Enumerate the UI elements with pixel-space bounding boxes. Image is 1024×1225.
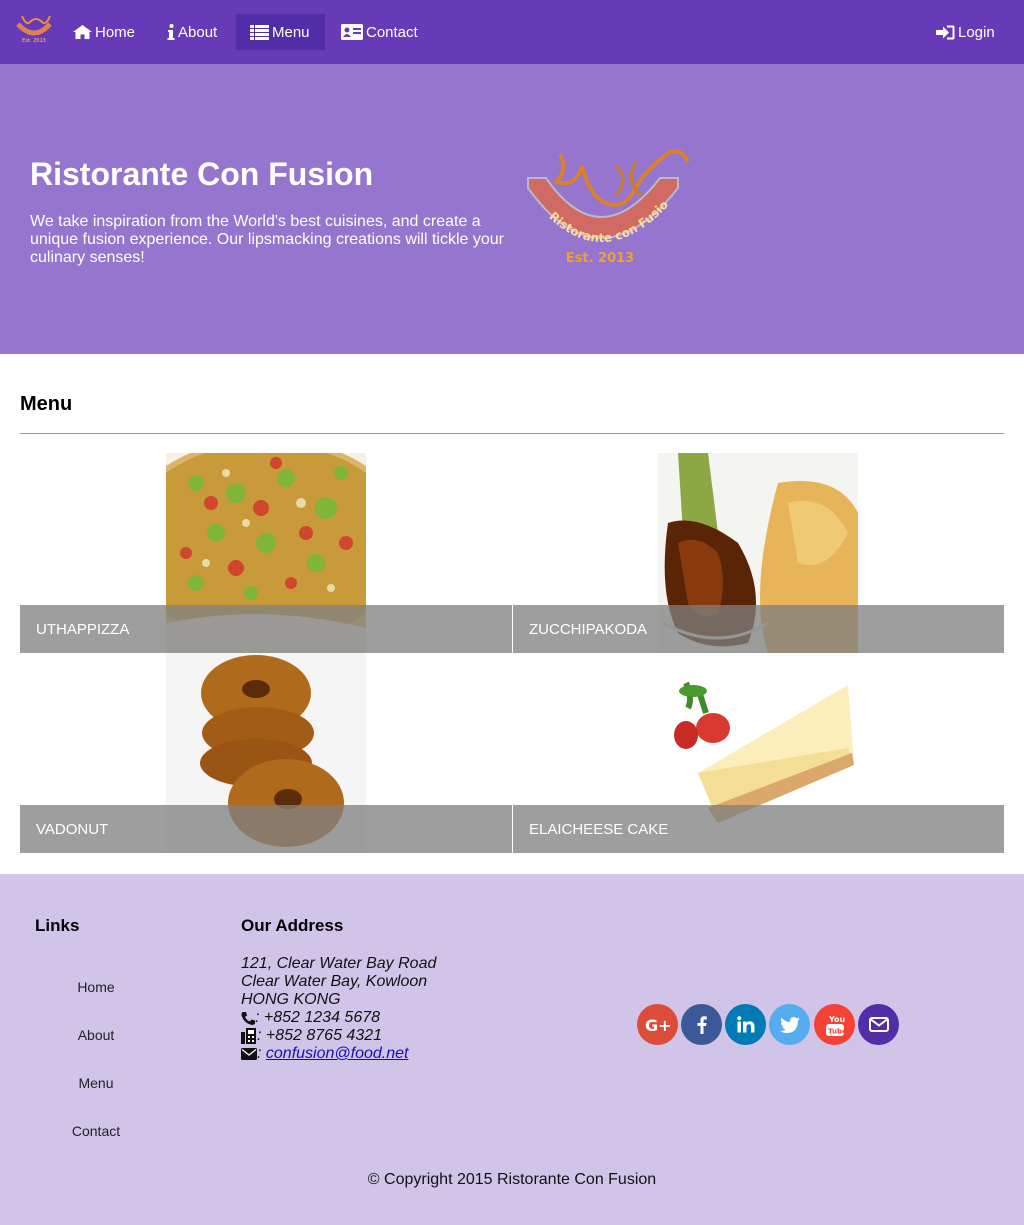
menu-divider — [20, 433, 1004, 434]
jumbotron-text: We take inspiration from the World's bes… — [30, 213, 504, 266]
home-icon — [73, 25, 92, 39]
tile-caption-bar: Vadonut — [20, 805, 512, 853]
footer-link-menu[interactable]: Menu — [36, 1075, 156, 1091]
login-label: Login — [958, 23, 995, 41]
mail-icon — [868, 1017, 889, 1032]
tile-title: Vadonut — [36, 820, 109, 838]
menu-tile-elaicheese-cake[interactable]: ElaiCheese Cake — [512, 653, 1004, 853]
facebook-icon — [697, 1015, 707, 1034]
footer-links-title: Links — [35, 916, 80, 935]
nav-contact[interactable]: Contact — [331, 14, 428, 50]
nav-menu[interactable]: Menu — [236, 14, 325, 50]
nav-home[interactable]: Home — [63, 14, 145, 50]
phone-sep: : — [255, 1009, 264, 1026]
jumbotron-title: Ristorante Con Fusion — [30, 156, 374, 192]
tile-caption-bar: ElaiCheese Cake — [512, 805, 1004, 853]
linkedin-button[interactable] — [725, 1004, 766, 1045]
jumbotron: Ristorante Con Fusion We take inspiratio… — [0, 64, 1024, 354]
mail-button[interactable] — [858, 1004, 899, 1045]
email-sep: : — [257, 1045, 266, 1062]
youtube-button[interactable]: You Tube — [814, 1004, 855, 1045]
youtube-icon: You Tube — [825, 1015, 845, 1036]
menu-tile-uthappizza[interactable]: Uthappizza — [20, 453, 512, 653]
tile-title: ElaiCheese Cake — [529, 820, 669, 838]
fax-row: : +852 8765 4321 — [241, 1027, 436, 1045]
nav-contact-label: Contact — [366, 23, 418, 41]
menu-heading: Menu — [20, 393, 73, 415]
restaurant-logo: Ristorante con Fusion Est. 2013 — [520, 148, 690, 266]
address-line: HONG KONG — [241, 991, 341, 1008]
address-line: Clear Water Bay, Kowloon — [241, 973, 428, 990]
nav-home-label: Home — [95, 23, 136, 41]
svg-text:G+: G+ — [645, 1017, 671, 1033]
footer-link-about[interactable]: About — [36, 1027, 156, 1043]
nav-menu-label: Menu — [272, 23, 310, 41]
google-plus-button[interactable]: G+ — [637, 1004, 678, 1045]
menu-tile-vadonut[interactable]: Vadonut — [20, 653, 512, 853]
svg-text:Tube: Tube — [828, 1027, 845, 1035]
list-icon — [250, 24, 269, 40]
footer: Links Home About Menu Contact Our Addres… — [0, 874, 1024, 1225]
sign-in-icon — [936, 25, 955, 39]
footer-address: 121, Clear Water Bay Road Clear Water Ba… — [241, 955, 436, 1063]
login-button[interactable]: Login — [926, 14, 1005, 50]
footer-link-contact[interactable]: Contact — [36, 1123, 156, 1139]
tile-title: Zucchipakoda — [529, 620, 648, 638]
phone-number: +852 1234 5678 — [263, 1009, 381, 1026]
brand-logo[interactable]: Est. 2013 — [14, 12, 54, 44]
footer-address-title: Our Address — [241, 916, 344, 935]
fax-number: +852 8765 4321 — [265, 1027, 383, 1044]
email-row: : confusion@food.net — [241, 1045, 436, 1063]
svg-text:Est. 2013: Est. 2013 — [22, 38, 46, 44]
logo-est-text: Est. 2013 — [566, 251, 634, 266]
menu-tile-zucchipakoda[interactable]: Zucchipakoda — [512, 453, 1004, 653]
nav-about[interactable]: About — [157, 14, 227, 50]
navbar: Est. 2013 Home About Menu Contact Login — [0, 0, 1024, 64]
tile-caption-bar: Zucchipakoda — [512, 605, 1004, 653]
twitter-icon — [779, 1016, 800, 1033]
info-icon — [167, 24, 175, 40]
twitter-button[interactable] — [769, 1004, 810, 1045]
address-card-icon — [341, 24, 363, 40]
envelope-icon — [241, 1048, 257, 1060]
phone-row: : +852 1234 5678 — [241, 1009, 436, 1027]
address-line: 121, Clear Water Bay Road — [241, 955, 437, 972]
google-plus-icon: G+ — [645, 1017, 671, 1033]
facebook-button[interactable] — [681, 1004, 722, 1045]
linkedin-icon — [736, 1016, 754, 1033]
email-link[interactable]: confusion@food.net — [266, 1045, 409, 1063]
fax-sep: : — [257, 1027, 266, 1044]
svg-text:You: You — [828, 1015, 845, 1024]
tile-caption-bar: Uthappizza — [20, 605, 512, 653]
tile-title: Uthappizza — [36, 620, 130, 638]
phone-icon — [241, 1011, 255, 1025]
nav-about-label: About — [178, 23, 218, 41]
copyright-text: © Copyright 2015 Ristorante Con Fusion — [367, 1171, 657, 1188]
footer-link-home[interactable]: Home — [36, 979, 156, 995]
fax-icon — [241, 1028, 256, 1044]
